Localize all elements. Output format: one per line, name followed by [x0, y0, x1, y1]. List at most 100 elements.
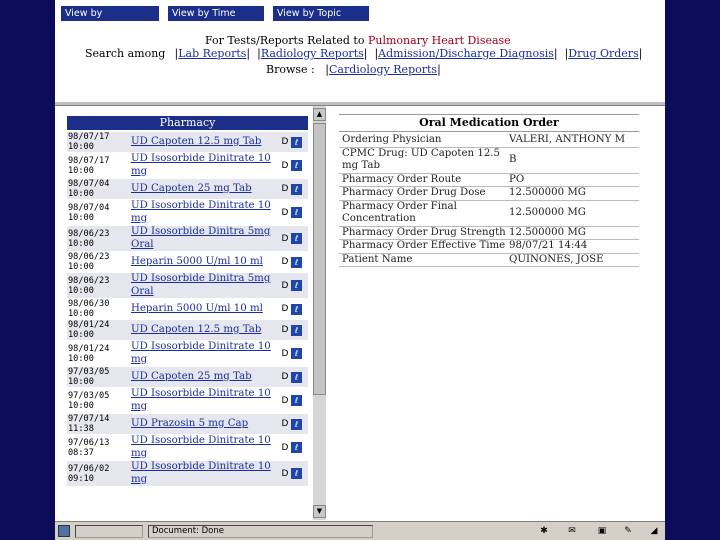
drug-link[interactable]: UD Isosorbide Dinitra 5mg Oral [131, 273, 279, 298]
pharmacy-pane: Pharmacy 98/07/17 10:00 UD Capoten 12.5 m… [55, 106, 326, 520]
order-detail-row: Pharmacy Order Drug Strength 12.500000 MG [339, 226, 639, 240]
tests-heading: For Tests/Reports Related to Pulmonary H… [205, 34, 511, 47]
status-text: Document: Done [148, 525, 373, 538]
pharmacy-header: Pharmacy [67, 116, 308, 130]
order-date: 98/07/17 10:00 [68, 132, 110, 152]
order-field-value: QUINONES, JOSE [509, 253, 604, 265]
pharmacy-row[interactable]: 98/07/17 10:00 UD Isosorbide Dinitrate 10… [67, 153, 308, 179]
order-field-label: CPMC Drug: UD Capoten 12.5 mg Tab [342, 147, 501, 172]
drug-link[interactable]: UD Isosorbide Dinitrate 10 mg [131, 200, 279, 225]
pharmacy-row[interactable]: 98/06/23 10:00 Heparin 5000 U/ml 10 ml Dℓ [67, 252, 308, 273]
pharmacy-scrollbar[interactable]: ▲ ▼ [313, 106, 326, 520]
detail-icon[interactable]: ℓ [291, 418, 302, 430]
order-status-flag: D [281, 395, 289, 406]
scrollbar-thumb[interactable] [313, 123, 326, 395]
drug-link[interactable]: UD Isosorbide Dinitrate 10 mg [131, 435, 279, 460]
scroll-up-arrow-icon[interactable]: ▲ [313, 108, 326, 121]
detail-icon[interactable]: ℓ [291, 348, 302, 359]
order-status-flag: D [281, 442, 289, 453]
browser-window: View by Department View by Time View by … [55, 0, 665, 540]
order-detail-row: Patient Name QUINONES, JOSE [339, 253, 639, 267]
scroll-down-arrow-icon[interactable]: ▼ [313, 505, 326, 518]
link-lab-reports[interactable]: Lab Reports [178, 47, 246, 60]
pharmacy-row[interactable]: 98/01/24 10:00 UD Isosorbide Dinitrate 10… [67, 341, 308, 367]
detail-icon[interactable]: ℓ [291, 280, 302, 291]
browse-label: Browse : [266, 63, 315, 76]
composer-icon[interactable]: ✎ [621, 525, 635, 537]
tab-view-by-topic[interactable]: View by Topic [273, 6, 369, 21]
drug-link[interactable]: Heparin 5000 U/ml 10 ml [131, 303, 279, 316]
mail-icon[interactable]: ✉ [565, 525, 579, 537]
pharmacy-row[interactable]: 97/07/14 11:38 UD Prazosin 5 mg Cap Dℓ [67, 414, 308, 435]
link-drug-orders[interactable]: Drug Orders [568, 47, 638, 60]
link-cardiology-reports[interactable]: Cardiology Reports [329, 63, 437, 76]
order-status-flag: D [281, 160, 289, 171]
tab-view-by-department[interactable]: View by Department [61, 6, 159, 34]
drug-link[interactable]: UD Isosorbide Dinitra 5mg Oral [131, 226, 279, 251]
search-among-row: Search among |Lab Reports| |Radiology Re… [85, 47, 643, 60]
drug-link[interactable]: UD Isosorbide Dinitrate 10 mg [131, 388, 279, 413]
pharmacy-row[interactable]: 97/06/13 08:37 UD Isosorbide Dinitrate 10… [67, 435, 308, 461]
top-navigation: View by Department View by Time View by … [55, 0, 665, 104]
pharmacy-row[interactable]: 97/06/02 09:10 UD Isosorbide Dinitrate 10… [67, 461, 308, 487]
detail-icon[interactable]: ℓ [291, 395, 302, 406]
drug-link[interactable]: UD Capoten 25 mg Tab [131, 183, 279, 196]
search-label: Search among [85, 47, 166, 60]
detail-icon[interactable]: ℓ [291, 468, 302, 479]
pharmacy-row[interactable]: 98/07/04 10:00 UD Capoten 25 mg Tab Dℓ [67, 179, 308, 200]
detail-icon[interactable]: ℓ [291, 324, 302, 336]
component-bar-icon[interactable]: ▣ [595, 525, 609, 537]
order-field-value: 12.500000 MG [509, 206, 586, 218]
detail-icon[interactable]: ℓ [291, 207, 302, 218]
detail-icon[interactable]: ℓ [291, 303, 302, 315]
order-status-flag: D [281, 304, 289, 314]
order-status-flag: D [281, 137, 289, 147]
pharmacy-row[interactable]: 97/03/05 10:00 UD Isosorbide Dinitrate 10… [67, 388, 308, 414]
pharmacy-row[interactable]: 98/07/17 10:00 UD Capoten 12.5 mg Tab Dℓ [67, 132, 308, 153]
detail-icon[interactable]: ℓ [291, 256, 302, 268]
detail-icon[interactable]: ℓ [291, 136, 302, 148]
link-admission-discharge-diagnosis[interactable]: Admission/Discharge Diagnosis [378, 47, 554, 60]
order-date: 98/07/17 10:00 [68, 155, 110, 176]
order-date: 97/07/14 11:38 [68, 414, 110, 434]
pharmacy-row[interactable]: 98/06/23 10:00 UD Isosorbide Dinitra 5mg … [67, 273, 308, 299]
detail-icon[interactable]: ℓ [291, 233, 302, 244]
drug-link[interactable]: Heparin 5000 U/ml 10 ml [131, 256, 279, 269]
order-detail-row: CPMC Drug: UD Capoten 12.5 mg Tab B [339, 148, 639, 174]
order-detail-pane: Oral Medication Order Ordering Physician… [339, 114, 639, 267]
order-date: 97/06/02 09:10 [68, 463, 110, 484]
detail-icon[interactable]: ℓ [291, 442, 302, 453]
order-status-flag: D [281, 325, 289, 335]
drug-link[interactable]: UD Capoten 12.5 mg Tab [131, 324, 279, 337]
resize-grip-icon[interactable]: ◢ [647, 525, 661, 537]
tab-view-by-time[interactable]: View by Time [168, 6, 264, 21]
drug-link[interactable]: UD Isosorbide Dinitrate 10 mg [131, 153, 279, 178]
drug-link[interactable]: UD Capoten 12.5 mg Tab [131, 136, 279, 149]
pharmacy-row[interactable]: 98/01/24 10:00 UD Capoten 12.5 mg Tab Dℓ [67, 320, 308, 341]
drug-link[interactable]: UD Prazosin 5 mg Cap [131, 418, 279, 431]
detail-icon[interactable]: ℓ [291, 371, 302, 383]
pharmacy-row[interactable]: 97/03/05 10:00 UD Capoten 25 mg Tab Dℓ [67, 367, 308, 388]
page-status-icon [58, 525, 70, 537]
pharmacy-row[interactable]: 98/06/30 10:00 Heparin 5000 U/ml 10 ml Dℓ [67, 299, 308, 320]
order-field-label: Patient Name [342, 253, 413, 265]
link-radiology-reports[interactable]: Radiology Reports [261, 47, 364, 60]
drug-link[interactable]: UD Isosorbide Dinitrate 10 mg [131, 461, 279, 486]
order-status-flag: D [281, 207, 289, 218]
browse-row: Browse : |Cardiology Reports| [266, 63, 441, 76]
drug-link[interactable]: UD Capoten 25 mg Tab [131, 371, 279, 384]
detail-icon[interactable]: ℓ [291, 160, 302, 171]
pharmacy-row[interactable]: 98/06/23 10:00 UD Isosorbide Dinitra 5mg … [67, 226, 308, 252]
order-date: 98/07/04 10:00 [68, 202, 110, 223]
order-date: 98/06/30 10:00 [68, 299, 110, 319]
pharmacy-row[interactable]: 98/07/04 10:00 UD Isosorbide Dinitrate 10… [67, 200, 308, 226]
order-date: 98/06/23 10:00 [68, 228, 110, 249]
security-lock-icon: ✱ [540, 526, 548, 536]
detail-icon[interactable]: ℓ [291, 183, 302, 195]
order-detail-row: Pharmacy Order Effective Time 98/07/21 14… [339, 240, 639, 254]
order-field-value: PO [509, 173, 525, 185]
status-bar: Document: Done ✱ ✉ ▣ ✎ ◢ [55, 521, 665, 540]
drug-link[interactable]: UD Isosorbide Dinitrate 10 mg [131, 341, 279, 366]
order-field-label: Pharmacy Order Drug Dose [342, 187, 486, 198]
order-field-value: 12.500000 MG [509, 226, 586, 238]
